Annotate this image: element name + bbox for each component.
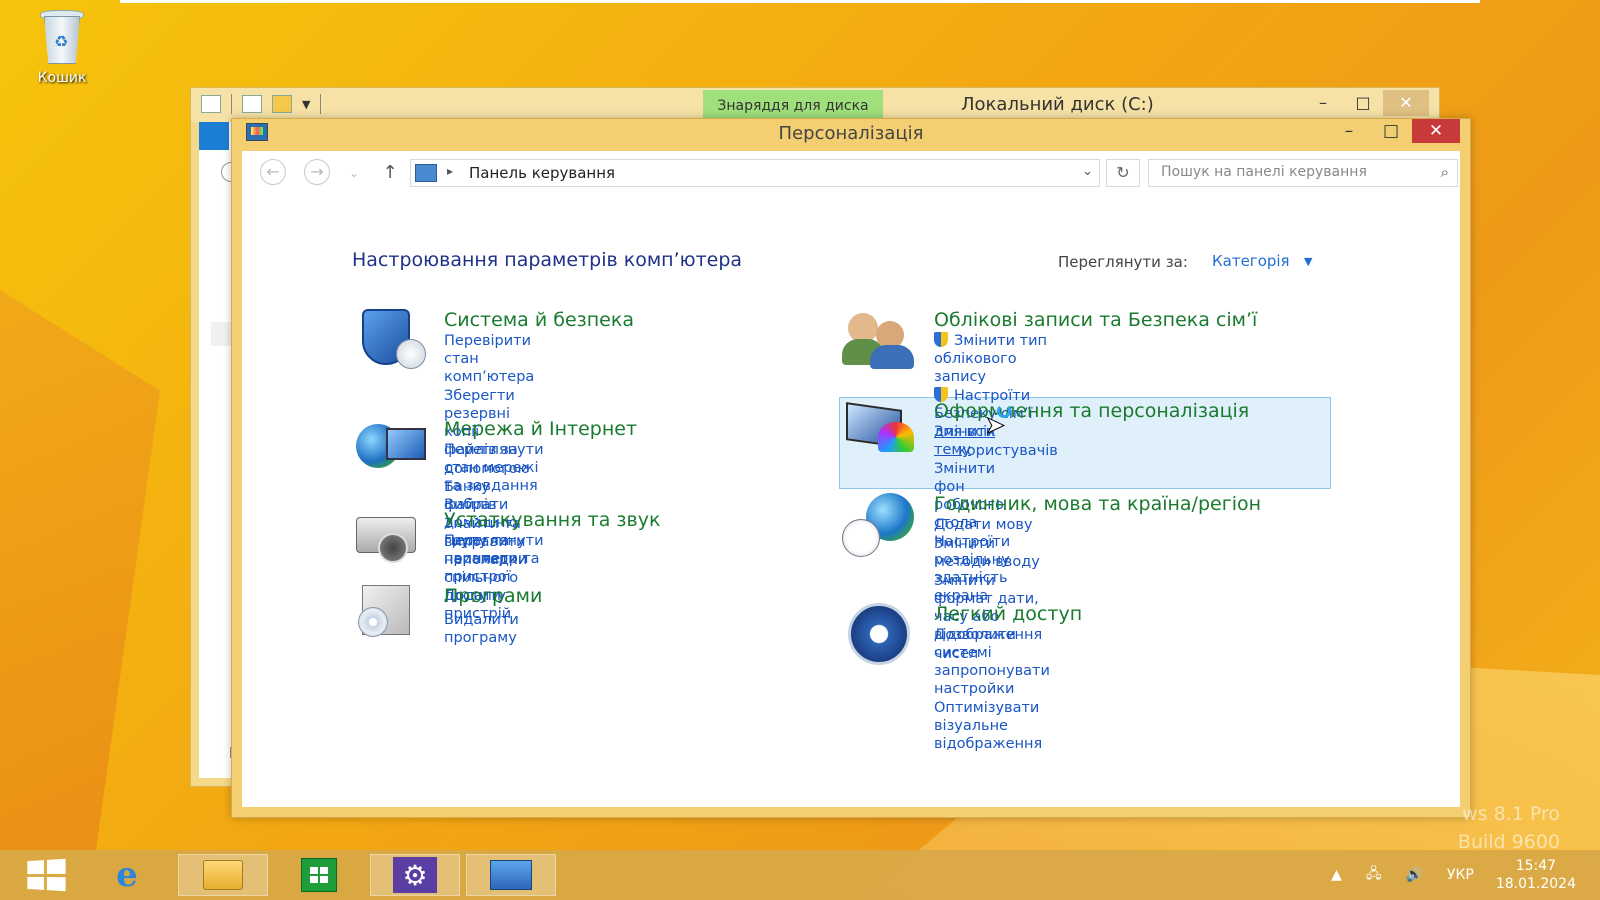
folder-icon bbox=[203, 860, 243, 890]
address-bar[interactable]: ▸ Панель керування ⌄ bbox=[410, 159, 1100, 187]
category-title[interactable]: Мережа й Інтернет bbox=[444, 418, 637, 440]
new-folder-icon[interactable] bbox=[272, 95, 292, 113]
page-title: Настроювання параметрів комп’ютера bbox=[352, 249, 743, 271]
up-arrow-icon[interactable]: ↑ bbox=[376, 161, 404, 185]
start-button[interactable] bbox=[0, 854, 90, 896]
accessibility-icon[interactable] bbox=[842, 603, 918, 667]
minimize-button[interactable]: – bbox=[1328, 119, 1370, 143]
explorer-titlebar[interactable]: ▼ Знаряддя для диска Локальний диск (C:)… bbox=[191, 88, 1439, 122]
search-icon[interactable]: ⌕ bbox=[1441, 163, 1449, 181]
category-title[interactable]: Система й безпека bbox=[444, 309, 634, 331]
recycle-bin-icon: ♻ bbox=[36, 8, 88, 66]
users-icon[interactable] bbox=[842, 309, 918, 373]
clock-time: 15:47 bbox=[1515, 858, 1557, 874]
category-title[interactable]: Програми bbox=[444, 585, 542, 607]
minimize-button[interactable]: – bbox=[1303, 90, 1343, 116]
taskbar-internet-explorer[interactable]: e bbox=[82, 854, 172, 896]
network-icon[interactable]: 🖧 bbox=[1366, 863, 1382, 887]
link-devices-printers[interactable]: Переглянути принтери та пристрої bbox=[444, 532, 544, 586]
volume-icon[interactable]: 🔊 bbox=[1405, 867, 1422, 883]
link-network-status[interactable]: Переглянути стан мережі та завдання bbox=[444, 441, 544, 495]
maximize-button[interactable]: □ bbox=[1343, 90, 1383, 116]
taskbar-clock[interactable]: 15:47 18.01.2024 bbox=[1496, 857, 1576, 893]
recycle-bin-desktop-icon[interactable]: ♻ Кошик bbox=[22, 8, 102, 86]
window-title: Персоналізація bbox=[778, 123, 924, 144]
view-by-label: Переглянути за: bbox=[1058, 253, 1188, 271]
taskbar-settings[interactable]: ⚙ bbox=[370, 854, 460, 896]
qat-dropdown-icon[interactable]: ▼ bbox=[302, 98, 310, 111]
watermark-edition: ws 8.1 Pro bbox=[1462, 803, 1560, 825]
link-change-account-type[interactable]: Змінити тип облікового запису bbox=[934, 332, 1058, 386]
window-controls: – □ ✕ bbox=[1328, 119, 1460, 143]
search-placeholder: Пошук на панелі керування bbox=[1161, 164, 1367, 180]
control-panel-taskbar-icon bbox=[490, 860, 532, 890]
link-optimize-visual[interactable]: Оптимізувати візуальне відображення bbox=[934, 699, 1050, 753]
programs-icon[interactable] bbox=[352, 585, 428, 649]
recycle-bin-label: Кошик bbox=[37, 70, 87, 86]
recent-locations-dropdown-icon[interactable]: ⌄ bbox=[340, 161, 368, 185]
store-icon bbox=[301, 858, 337, 892]
qat-separator bbox=[231, 94, 232, 114]
explorer-window-title: Локальний диск (C:) bbox=[961, 94, 1154, 115]
control-panel-address-icon bbox=[415, 164, 437, 182]
printer-icon[interactable] bbox=[352, 509, 428, 573]
address-dropdown-icon[interactable]: ⌄ bbox=[1082, 164, 1093, 179]
explorer-window-controls: – □ ✕ bbox=[1303, 90, 1429, 116]
taskbar-control-panel[interactable] bbox=[466, 854, 556, 896]
top-edge-strip bbox=[120, 0, 1480, 3]
category-title[interactable]: Облікові записи та Безпека сім’ї bbox=[934, 309, 1257, 331]
link-check-status[interactable]: Перевірити стан комп’ютера bbox=[444, 332, 534, 386]
breadcrumb-separator-icon[interactable]: ▸ bbox=[447, 164, 453, 178]
clock-globe-icon[interactable] bbox=[842, 493, 918, 557]
close-button[interactable]: ✕ bbox=[1383, 90, 1429, 116]
category-title[interactable]: Легкий доступ bbox=[934, 603, 1082, 625]
windows-build-watermark: ws 8.1 Pro Build 9600 bbox=[1458, 800, 1560, 856]
system-tray: ▲ 🖧 🔊 УКР 15:47 18.01.2024 bbox=[1319, 850, 1600, 900]
link-uninstall-program[interactable]: Видалити програму bbox=[444, 611, 519, 647]
back-arrow-icon[interactable]: ← bbox=[260, 159, 286, 185]
file-tab[interactable] bbox=[199, 122, 229, 150]
properties-icon[interactable] bbox=[242, 95, 262, 113]
quick-access-toolbar: ▼ bbox=[201, 94, 322, 114]
input-language-indicator[interactable]: УКР bbox=[1447, 867, 1474, 883]
chevron-down-icon[interactable]: ▼ bbox=[1304, 255, 1312, 268]
control-panel-content: ← → ⌄ ↑ ▸ Панель керування ⌄ ↻ Пошук на … bbox=[242, 151, 1460, 807]
internet-explorer-icon: e bbox=[116, 855, 138, 895]
refresh-icon[interactable]: ↻ bbox=[1106, 159, 1140, 187]
network-icon[interactable] bbox=[352, 418, 428, 482]
link-add-language[interactable]: Додати мову bbox=[934, 516, 1042, 534]
category-title[interactable]: Устаткування та звук bbox=[444, 509, 660, 531]
link-change-input-methods[interactable]: Змінити методи вводу bbox=[934, 535, 1042, 571]
appearance-icon[interactable] bbox=[842, 400, 918, 464]
address-toolbar: ← → ⌄ ↑ ▸ Панель керування ⌄ ↻ Пошук на … bbox=[242, 151, 1460, 193]
close-button[interactable]: ✕ bbox=[1412, 119, 1460, 143]
maximize-button[interactable]: □ bbox=[1370, 119, 1412, 143]
link-suggest-settings[interactable]: Дозволити системі запропонувати настройк… bbox=[934, 626, 1050, 698]
forward-arrow-icon[interactable]: → bbox=[304, 159, 330, 185]
show-hidden-icons-arrow[interactable]: ▲ bbox=[1331, 867, 1342, 883]
search-input[interactable]: Пошук на панелі керування ⌕ bbox=[1148, 159, 1458, 187]
qat-separator bbox=[320, 94, 322, 114]
category-title[interactable]: Оформлення та персоналізація bbox=[934, 400, 1249, 422]
explorer-app-icon[interactable] bbox=[201, 95, 221, 113]
breadcrumb-control-panel[interactable]: Панель керування bbox=[469, 164, 615, 182]
category-title[interactable]: Годинник, мова та країна/регіон bbox=[934, 493, 1261, 515]
mouse-pointer-icon: ➤ bbox=[984, 411, 1006, 440]
wallpaper-shape-left bbox=[0, 290, 160, 850]
taskbar: e ⚙ ▲ 🖧 🔊 УКР 15:47 18.01.2024 bbox=[0, 850, 1600, 900]
clock-date: 18.01.2024 bbox=[1495, 876, 1576, 892]
personalization-window[interactable]: Персоналізація – □ ✕ ← → ⌄ ↑ ▸ Панель ке… bbox=[231, 118, 1471, 818]
window-titlebar[interactable]: Персоналізація – □ ✕ bbox=[232, 119, 1470, 149]
taskbar-store[interactable] bbox=[274, 854, 364, 896]
drive-tools-tab[interactable]: Знаряддя для диска bbox=[703, 90, 883, 120]
uac-shield-icon bbox=[934, 332, 948, 347]
shield-icon[interactable] bbox=[352, 309, 428, 373]
windows-logo-icon bbox=[27, 858, 66, 892]
taskbar-file-explorer[interactable] bbox=[178, 854, 268, 896]
gear-icon: ⚙ bbox=[393, 857, 437, 893]
view-by-dropdown[interactable]: Категорія bbox=[1212, 252, 1290, 270]
